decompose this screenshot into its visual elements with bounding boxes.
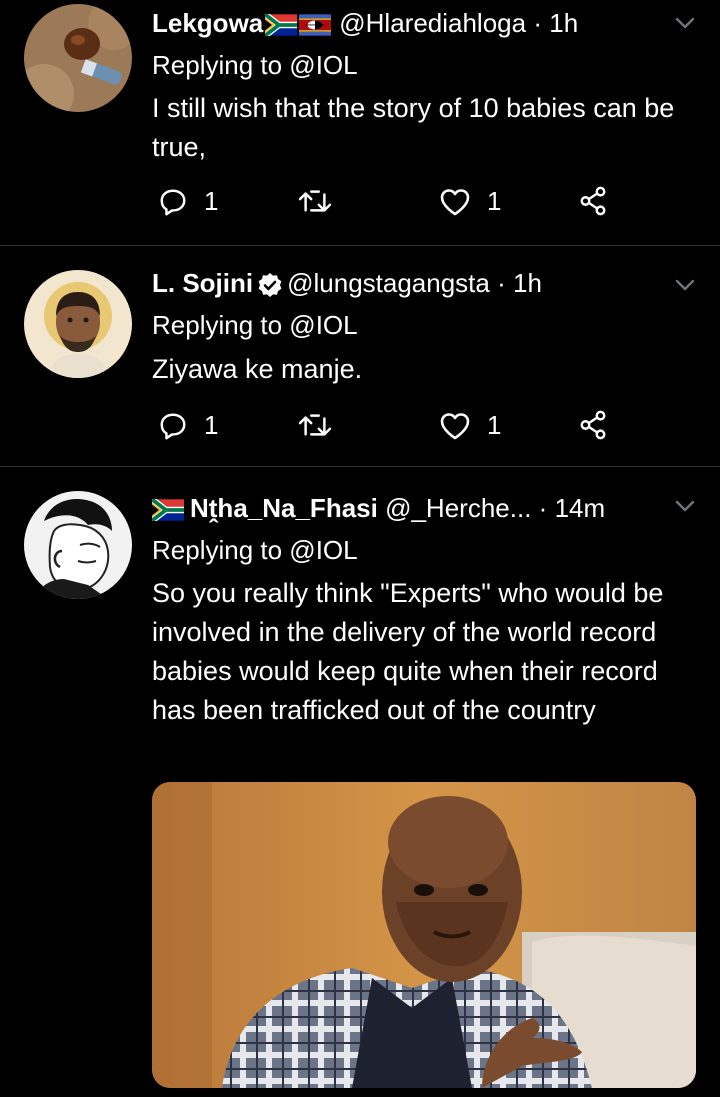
user-handle[interactable]: @_Herche... xyxy=(385,493,531,523)
like-icon xyxy=(439,187,471,217)
retweet-button[interactable] xyxy=(298,410,332,440)
replying-to[interactable]: Replying to @IOL xyxy=(152,535,358,565)
tweet-header: Lekgowa @Hlarediahloga · 1h xyxy=(152,8,578,38)
separator-dot: · xyxy=(497,268,506,298)
display-name[interactable]: L. Sojini xyxy=(152,268,253,298)
user-handle[interactable]: @lungstagangsta xyxy=(287,268,490,298)
like-icon xyxy=(439,411,471,441)
photo-image xyxy=(152,782,696,1088)
like-button[interactable]: 1 xyxy=(439,186,501,217)
eswatini-flag-icon xyxy=(299,14,331,36)
avatar[interactable] xyxy=(24,4,132,112)
reply-button[interactable]: 1 xyxy=(158,186,218,217)
chevron-down-icon[interactable] xyxy=(674,274,696,296)
tweet-text: So you really think "Experts" who would … xyxy=(152,578,664,725)
like-count: 1 xyxy=(487,410,502,440)
display-name[interactable]: Nṱha_Na_Fhasi xyxy=(190,493,378,523)
tweet-header: L. Sojini @lungstagangsta · 1h xyxy=(152,268,542,298)
tweet-text: Ziyawa ke manje. xyxy=(152,354,363,384)
south-africa-flag-icon xyxy=(265,14,297,36)
reply-icon xyxy=(158,411,188,441)
tweet-header: Nṱha_Na_Fhasi @_Herche... · 14m xyxy=(152,493,605,523)
avatar[interactable] xyxy=(24,270,132,378)
tweet-actions: 1 1 xyxy=(152,410,622,450)
share-icon xyxy=(578,410,608,440)
display-name[interactable]: Lekgowa xyxy=(152,8,263,38)
reply-button[interactable]: 1 xyxy=(158,410,218,441)
verified-icon xyxy=(258,273,282,298)
separator-dot: · xyxy=(538,493,548,523)
share-button[interactable] xyxy=(578,410,608,440)
retweet-icon xyxy=(298,186,332,216)
share-icon xyxy=(578,186,608,216)
tweet-1[interactable]: Lekgowa @Hlarediahloga · 1h Replying to @… xyxy=(0,0,720,245)
replying-to[interactable]: Replying to @IOL xyxy=(152,50,358,80)
timestamp[interactable]: 1h xyxy=(513,268,542,298)
tweet-photo[interactable] xyxy=(152,782,696,1088)
reply-icon xyxy=(158,187,188,217)
retweet-icon xyxy=(298,410,332,440)
timestamp[interactable]: 1h xyxy=(549,8,578,38)
reply-count: 1 xyxy=(204,186,219,216)
chevron-down-icon[interactable] xyxy=(674,495,696,517)
avatar[interactable] xyxy=(24,491,132,599)
like-button[interactable]: 1 xyxy=(439,410,501,441)
share-button[interactable] xyxy=(578,186,608,216)
like-count: 1 xyxy=(487,186,502,216)
south-africa-flag-icon xyxy=(152,499,184,521)
user-handle[interactable]: @Hlarediahloga xyxy=(339,8,526,38)
tweet-actions: 1 1 xyxy=(152,186,622,226)
timestamp[interactable]: 14m xyxy=(555,493,606,523)
replying-to[interactable]: Replying to @IOL xyxy=(152,310,358,340)
reply-count: 1 xyxy=(204,410,219,440)
tweet-text: I still wish that the story of 10 babies… xyxy=(152,93,675,162)
tweet-2[interactable]: L. Sojini @lungstagangsta · 1h Replying t… xyxy=(0,246,720,466)
chevron-down-icon[interactable] xyxy=(674,12,696,34)
separator-dot: · xyxy=(533,8,542,38)
retweet-button[interactable] xyxy=(298,186,332,216)
